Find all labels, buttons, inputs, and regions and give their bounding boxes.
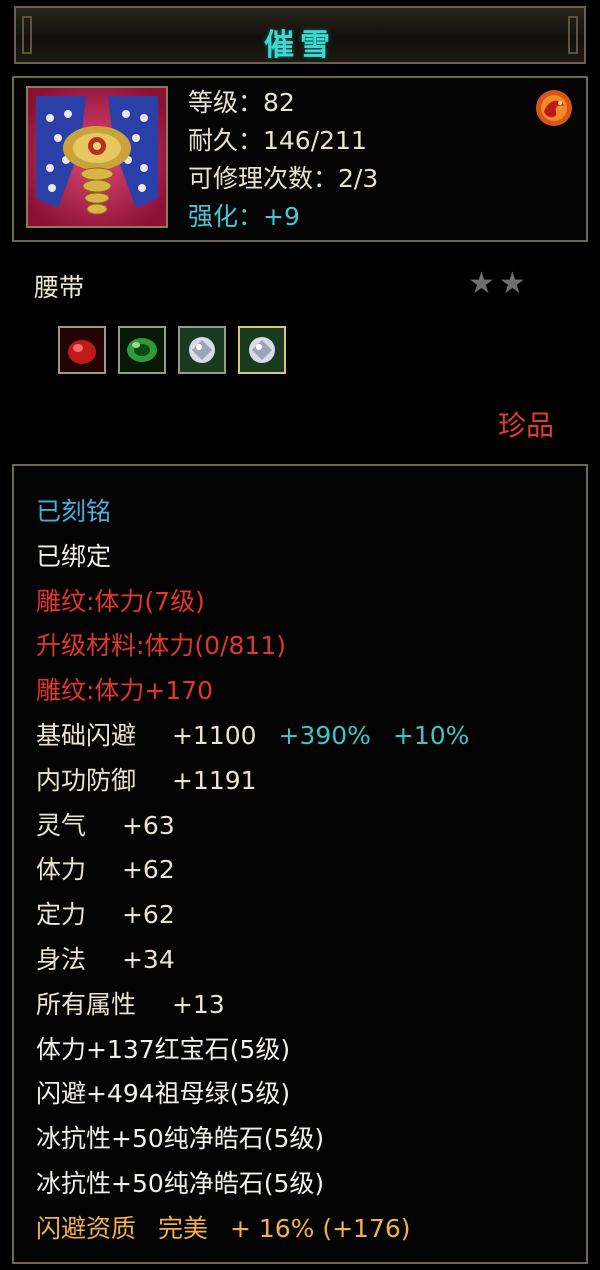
item-enhance-level: 强化：+9 <box>188 202 300 231</box>
attr-base-dodge: 基础闪避 +1100 +390% +10% <box>36 714 469 759</box>
attr-inner-defense: 内功防御 +1191 <box>36 759 469 804</box>
item-star-rating: ★★ <box>468 266 530 301</box>
attr-label: 定力 <box>36 900 87 930</box>
item-stats: 等级：82 耐久：146/211 可修理次数：2/3 强化：+9 <box>188 84 378 236</box>
attr-label: 体力 <box>36 855 87 885</box>
attr-value: +1191 <box>171 765 257 795</box>
gem-bonus-diamond: 冰抗性+50纯净皓石(5级) <box>36 1168 325 1198</box>
attr-percent-bonus: +10% <box>392 720 470 750</box>
diamond-gem-icon[interactable] <box>178 326 226 374</box>
attr-agility: 身法 +34 <box>36 938 469 983</box>
attr-value: +62 <box>121 855 175 885</box>
aptitude-grade: 完美 <box>157 1213 208 1243</box>
attr-label: 所有属性 <box>36 989 137 1019</box>
attr-all-stats: 所有属性 +13 <box>36 983 469 1028</box>
aptitude-label: 闪避资质 <box>36 1213 137 1243</box>
attr-label: 内功防御 <box>36 765 137 795</box>
inscribed-status: 已刻铭 <box>36 497 112 526</box>
attr-percent-bonus: +390% <box>278 720 371 750</box>
item-type: 腰带 <box>34 273 85 302</box>
attr-value: +1100 <box>171 720 257 750</box>
item-durability: 耐久：146/211 <box>188 126 367 155</box>
item-repair-count: 可修理次数：2/3 <box>188 164 379 193</box>
item-name: 催雪 <box>264 28 336 63</box>
aptitude-value: + 16% (+176) <box>229 1213 411 1243</box>
ruby-gem-icon[interactable] <box>58 326 106 374</box>
attr-focus: 定力 +62 <box>36 893 469 938</box>
attribute-list: 已刻铭 已绑定 雕纹:体力(7级) 升级材料:体力(0/811) 雕纹:体力+1… <box>36 490 469 1252</box>
gem-bonus-diamond: 冰抗性+50纯净皓石(5级) <box>36 1124 325 1154</box>
item-attributes-panel: 已刻铭 已绑定 雕纹:体力(7级) 升级材料:体力(0/811) 雕纹:体力+1… <box>12 464 588 1264</box>
gem-bonus-ruby: 体力+137红宝石(5级) <box>36 1034 291 1064</box>
attr-label: 身法 <box>36 944 87 974</box>
attr-value: +13 <box>171 989 225 1019</box>
gem-sockets <box>58 326 286 374</box>
engrave-bonus: 雕纹:体力+170 <box>36 676 214 706</box>
attr-value: +34 <box>121 944 175 974</box>
emerald-gem-icon[interactable] <box>118 326 166 374</box>
attr-label: 灵气 <box>36 810 87 840</box>
item-level: 等级：82 <box>188 88 295 117</box>
attr-value: +62 <box>121 900 175 930</box>
gem-bonus-emerald: 闪避+494祖母绿(5级) <box>36 1079 291 1109</box>
diamond-gem-icon[interactable] <box>238 326 286 374</box>
dragon-emblem-icon <box>532 86 576 130</box>
belt-item-icon <box>26 86 168 228</box>
item-header-panel: 等级：82 耐久：146/211 可修理次数：2/3 强化：+9 <box>12 76 588 242</box>
attr-label: 基础闪避 <box>36 720 137 750</box>
bound-status: 已绑定 <box>36 541 112 571</box>
item-title-bar: 催雪 <box>14 6 586 64</box>
attr-value: +63 <box>121 810 175 840</box>
attr-stamina: 体力 +62 <box>36 848 469 893</box>
attr-spirit: 灵气 +63 <box>36 804 469 849</box>
item-quality: 珍品 <box>497 409 554 442</box>
upgrade-material: 升级材料:体力(0/811) <box>36 631 286 661</box>
dodge-aptitude: 闪避资质 完美 + 16% (+176) <box>36 1207 469 1252</box>
engrave-level: 雕纹:体力(7级) <box>36 586 205 616</box>
